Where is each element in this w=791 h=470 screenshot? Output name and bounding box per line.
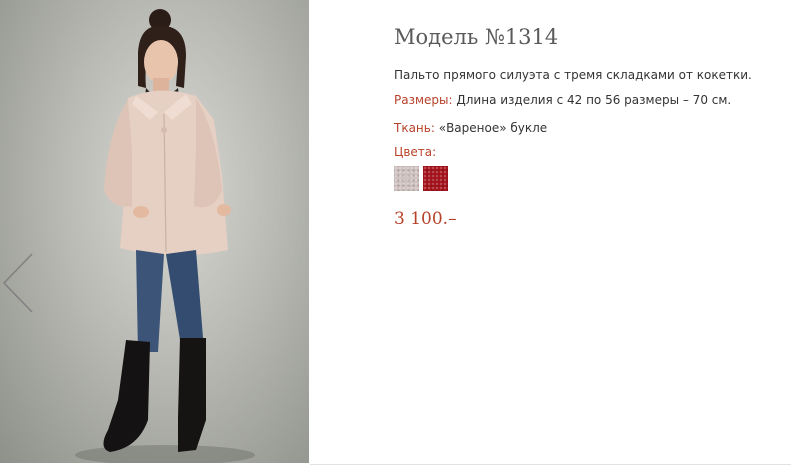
fabric-row: Ткань: «Вареное» букле bbox=[394, 121, 547, 135]
fabric-value: «Вареное» букле bbox=[438, 121, 548, 135]
fabric-label: Ткань: bbox=[394, 121, 435, 135]
colors-row: Цвета: bbox=[394, 145, 436, 159]
colors-label: Цвета: bbox=[394, 145, 437, 159]
product-photo bbox=[0, 0, 309, 463]
color-swatch-beige[interactable] bbox=[394, 166, 419, 191]
product-price: 3 100.– bbox=[394, 209, 457, 229]
product-description: Пальто прямого силуэта с тремя складками… bbox=[394, 68, 752, 82]
sizes-label: Размеры: bbox=[394, 93, 453, 107]
sizes-row: Размеры: Длина изделия с 42 по 56 размер… bbox=[394, 93, 731, 107]
model-figure bbox=[75, 9, 255, 463]
prev-arrow-icon[interactable] bbox=[2, 252, 36, 314]
sizes-value: Длина изделия с 42 по 56 размеры – 70 см… bbox=[456, 93, 732, 107]
divider bbox=[310, 464, 791, 465]
product-title: Модель №1314 bbox=[394, 25, 559, 49]
color-swatch-red[interactable] bbox=[423, 166, 448, 191]
